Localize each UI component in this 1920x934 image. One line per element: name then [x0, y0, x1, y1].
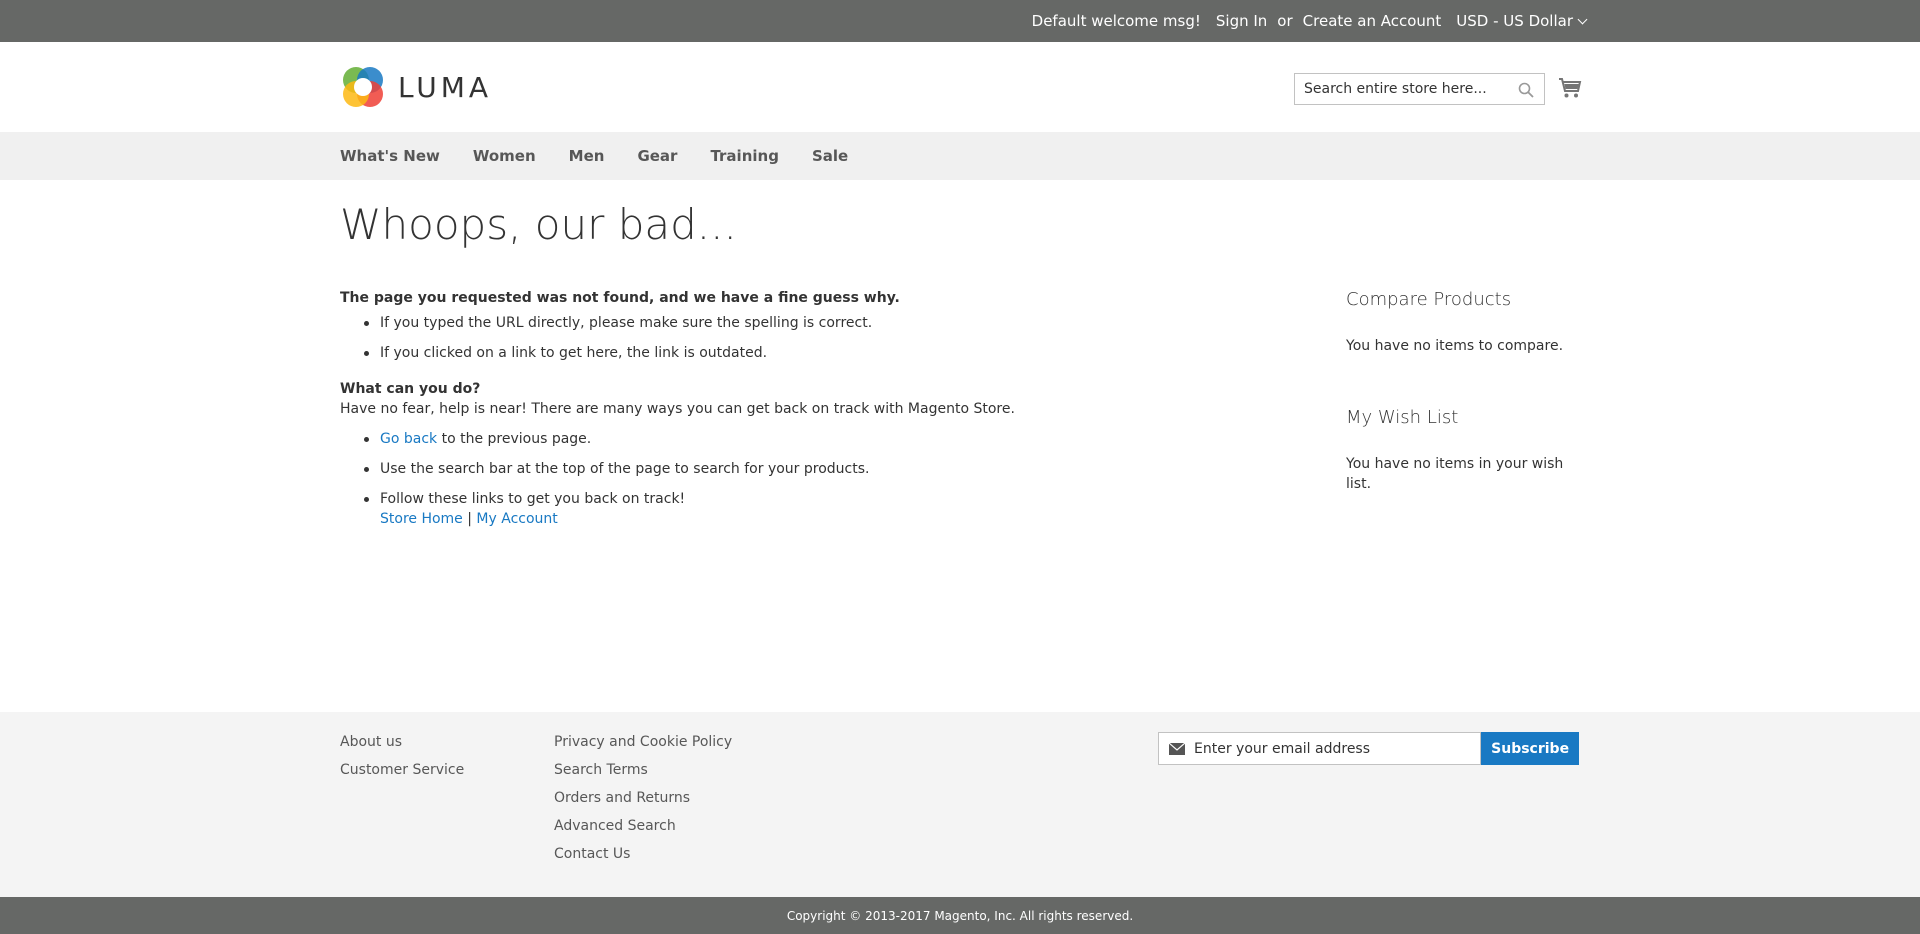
list-item: If you typed the URL directly, please ma…	[340, 313, 1040, 333]
link-separator: |	[467, 511, 472, 527]
newsletter-field	[1158, 732, 1482, 765]
search-icon[interactable]	[1518, 82, 1534, 98]
nav-item-training[interactable]: Training	[710, 147, 778, 165]
list-item: If you clicked on a link to get here, th…	[340, 343, 1040, 363]
go-back-rest: to the previous page.	[437, 431, 592, 447]
options-list: Go back to the previous page. Use the se…	[340, 429, 1040, 529]
copyright-text: Copyright © 2013-2017 Magento, Inc. All …	[786, 908, 1134, 923]
top-links: Default welcome msg! Sign In or Create a…	[1031, 0, 1588, 42]
nav-item-sale[interactable]: Sale	[812, 147, 848, 165]
footer-link-about-us[interactable]: About us	[340, 732, 464, 752]
main-navigation: What's New Women Men Gear Training Sale	[0, 132, 1920, 180]
store-logo[interactable]: LUMA	[340, 64, 492, 110]
what-to-do-block: What can you do? Have no fear, help is n…	[340, 379, 1040, 529]
footer: About us Customer Service Privacy and Co…	[0, 712, 1920, 897]
sidebar: Compare Products You have no items to co…	[1346, 288, 1586, 544]
search-box	[1294, 73, 1545, 105]
footer-link-privacy[interactable]: Privacy and Cookie Policy	[554, 732, 732, 752]
page-title: Whoops, our bad...	[340, 200, 737, 249]
luma-logo-icon	[343, 67, 383, 107]
footer-link-contact-us[interactable]: Contact Us	[554, 844, 732, 864]
wishlist-empty-text: You have no items in your wish list.	[1346, 456, 1564, 492]
reasons-list: If you typed the URL directly, please ma…	[340, 313, 1040, 363]
nav-item-men[interactable]: Men	[569, 147, 605, 165]
list-item: Use the search bar at the top of the pag…	[340, 459, 1040, 479]
currency-switcher[interactable]: USD - US Dollar	[1456, 12, 1588, 30]
welcome-message: Default welcome msg!	[1031, 12, 1201, 30]
compare-products-title: Compare Products	[1346, 289, 1512, 310]
nav-item-women[interactable]: Women	[473, 147, 536, 165]
nav-item-whats-new[interactable]: What's New	[340, 147, 440, 165]
nav-item-gear[interactable]: Gear	[637, 147, 677, 165]
subscribe-button[interactable]: Subscribe	[1481, 732, 1579, 765]
not-found-heading: The page you requested was not found, an…	[340, 290, 900, 306]
follow-links-text: Follow these links to get you back on tr…	[380, 491, 686, 507]
or-text: or	[1277, 12, 1293, 30]
nav-items: What's New Women Men Gear Training Sale	[340, 132, 881, 180]
header: LUMA	[0, 42, 1920, 132]
footer-link-advanced-search[interactable]: Advanced Search	[554, 816, 732, 836]
logo-text: LUMA	[398, 70, 493, 104]
footer-link-customer-service[interactable]: Customer Service	[340, 760, 464, 780]
copyright-bar: Copyright © 2013-2017 Magento, Inc. All …	[0, 897, 1920, 934]
footer-link-search-terms[interactable]: Search Terms	[554, 760, 732, 780]
go-back-link[interactable]: Go back	[380, 431, 437, 447]
what-heading: What can you do?	[340, 381, 481, 397]
top-bar: Default welcome msg! Sign In or Create a…	[0, 0, 1920, 42]
envelope-icon	[1169, 743, 1185, 755]
newsletter-form: Subscribe	[1158, 732, 1579, 765]
currency-label: USD - US Dollar	[1456, 12, 1573, 30]
chevron-down-icon	[1577, 14, 1588, 25]
footer-link-orders-returns[interactable]: Orders and Returns	[554, 788, 732, 808]
create-account-link[interactable]: Create an Account	[1303, 12, 1442, 30]
list-item: Follow these links to get you back on tr…	[340, 489, 1040, 529]
footer-links-col1: About us Customer Service	[340, 732, 464, 788]
wishlist-title: My Wish List	[1346, 407, 1459, 428]
footer-links-col2: Privacy and Cookie Policy Search Terms O…	[554, 732, 732, 872]
help-text: Have no fear, help is near! There are ma…	[340, 401, 1015, 417]
newsletter-email-input[interactable]	[1159, 733, 1481, 764]
compare-empty-text: You have no items to compare.	[1346, 338, 1564, 354]
cart-icon[interactable]	[1558, 76, 1582, 100]
main-content: The page you requested was not found, an…	[340, 288, 1040, 539]
store-home-link[interactable]: Store Home	[380, 511, 463, 527]
search-input[interactable]	[1295, 74, 1505, 104]
my-account-link[interactable]: My Account	[476, 511, 557, 527]
list-item: Go back to the previous page.	[340, 429, 1040, 449]
sign-in-link[interactable]: Sign In	[1216, 12, 1267, 30]
